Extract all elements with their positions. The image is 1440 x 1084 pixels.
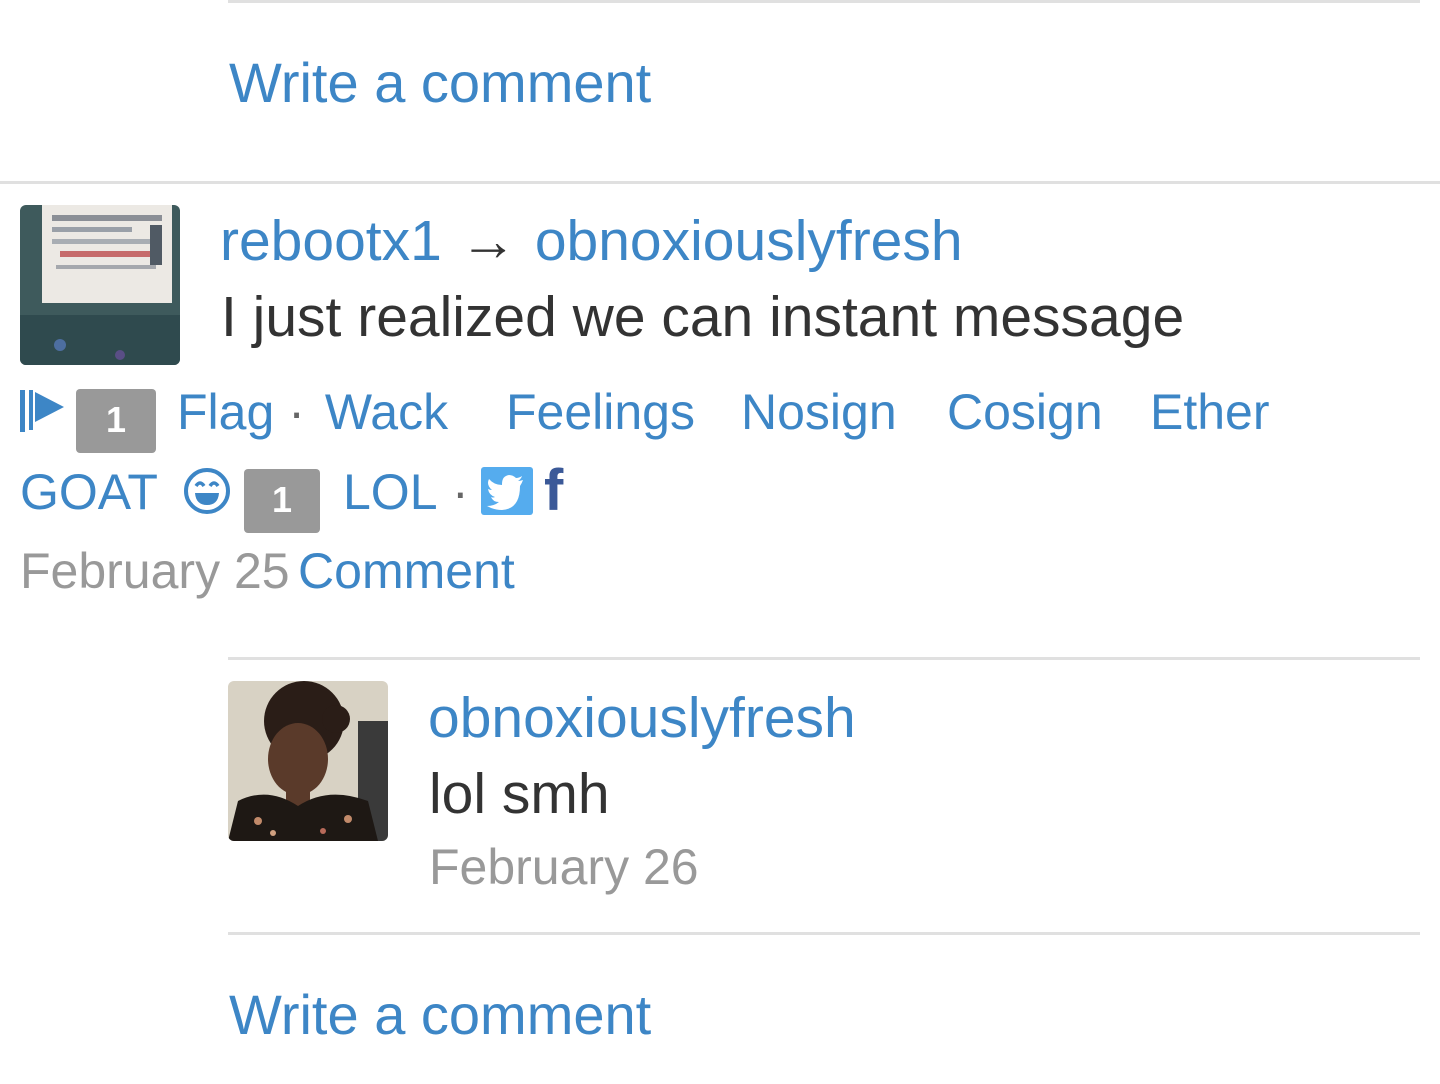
wack-link[interactable]: Wack	[325, 384, 448, 440]
post-date: February 25	[20, 543, 290, 599]
flag-link[interactable]: Flag	[177, 384, 274, 440]
arrow-icon: →	[459, 209, 517, 273]
avatar-image	[20, 205, 180, 365]
write-comment-link-bottom[interactable]: Write a comment	[229, 987, 651, 1043]
separator-dot-2: ·	[452, 464, 469, 520]
post-meta: February 25 Comment	[20, 546, 515, 596]
twitter-icon[interactable]	[481, 467, 533, 515]
avatar-rebootx1[interactable]	[20, 205, 180, 365]
goat-link[interactable]: GOAT	[20, 467, 158, 517]
nosign-link[interactable]: Nosign	[741, 387, 897, 437]
flag-icon[interactable]	[20, 388, 66, 434]
ether-link[interactable]: Ether	[1150, 387, 1270, 437]
reply-message: lol smh	[429, 762, 610, 826]
post-divider	[0, 181, 1440, 184]
post-header: rebootx1 → obnoxiouslyfresh	[220, 213, 963, 270]
lol-count-badge: 1	[244, 469, 320, 533]
flag-count-badge: 1	[76, 389, 156, 453]
recipient-link[interactable]: obnoxiouslyfresh	[535, 209, 963, 273]
avatar-obnoxiouslyfresh[interactable]	[228, 681, 388, 841]
divider-top	[228, 0, 1420, 3]
reply-divider	[228, 657, 1420, 660]
feelings-link[interactable]: Feelings	[506, 387, 695, 437]
avatar-image	[228, 681, 388, 841]
divider-bottom	[228, 932, 1420, 935]
action-row-1: Flag · Wack	[177, 387, 448, 437]
reply-date: February 26	[429, 839, 699, 895]
cosign-link[interactable]: Cosign	[947, 387, 1103, 437]
separator-dot: ·	[288, 384, 305, 440]
post-message: I just realized we can instant message	[221, 285, 1185, 349]
author-link[interactable]: rebootx1	[220, 209, 442, 273]
lol-link[interactable]: LOL	[343, 467, 438, 517]
write-comment-link-top[interactable]: Write a comment	[229, 55, 651, 111]
reply-author-link[interactable]: obnoxiouslyfresh	[428, 690, 856, 747]
comment-link[interactable]: Comment	[298, 543, 515, 599]
laughing-face-icon[interactable]	[182, 466, 232, 516]
facebook-icon[interactable]: f	[544, 462, 563, 520]
